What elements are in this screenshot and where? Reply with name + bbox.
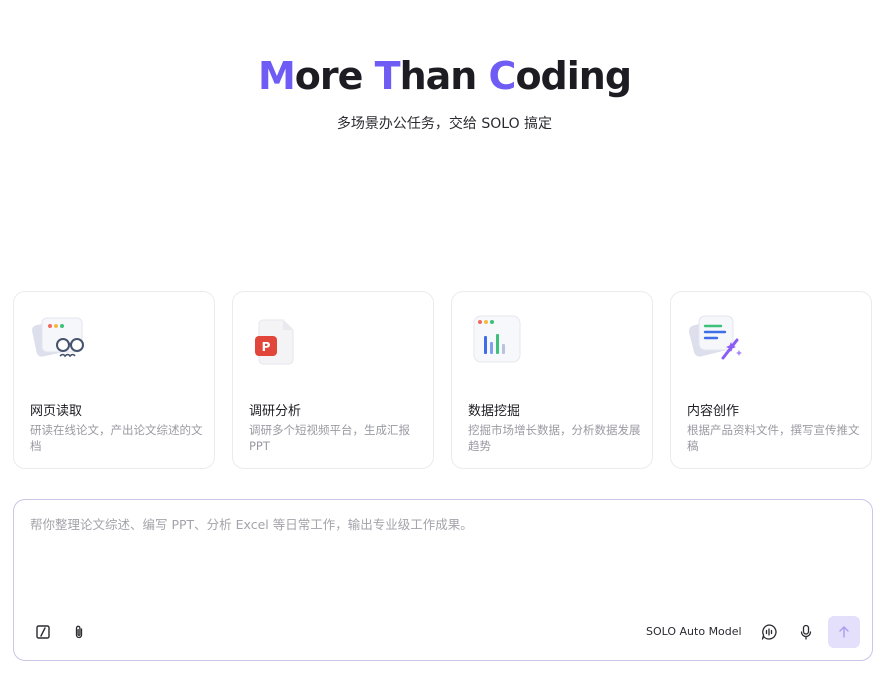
- send-button[interactable]: [828, 616, 860, 648]
- title-part: oding: [515, 54, 632, 98]
- page-title: More Than Coding: [0, 52, 889, 100]
- title-part: ore: [294, 54, 375, 98]
- task-card-data-mining[interactable]: 数据挖掘 挖掘市场增长数据，分析数据发展趋势: [451, 291, 653, 469]
- web-reading-glasses-icon: [30, 312, 90, 368]
- prompt-input[interactable]: [30, 514, 850, 604]
- task-card-description: 根据产品资料文件，撰写宣传推文稿: [687, 423, 860, 453]
- slash-command-icon[interactable]: [32, 621, 54, 643]
- task-cards: 网页读取 研读在线论文，产出论文综述的文档 P 调研分析 调研多个短视频平台，生…: [13, 291, 874, 471]
- task-card-title: 网页读取: [30, 404, 83, 419]
- send-arrow-up-icon: [839, 626, 849, 638]
- task-card-title: 内容创作: [687, 404, 740, 419]
- bar-chart-window-icon: [468, 312, 528, 368]
- microphone-icon[interactable]: [795, 621, 817, 643]
- task-card-description: 挖掘市场增长数据，分析数据发展趋势: [468, 423, 641, 453]
- title-part: M: [257, 54, 296, 98]
- voice-chat-icon[interactable]: [758, 621, 780, 643]
- task-card-title: 调研分析: [249, 404, 302, 419]
- ppt-document-icon: P: [249, 312, 309, 368]
- title-part: T: [374, 54, 401, 98]
- svg-text:P: P: [262, 340, 271, 354]
- task-card-description: 研读在线论文，产出论文综述的文档: [30, 423, 203, 453]
- task-card-description: 调研多个短视频平台，生成汇报 PPT: [249, 423, 410, 453]
- task-card-research[interactable]: P 调研分析 调研多个短视频平台，生成汇报 PPT: [232, 291, 434, 469]
- model-selector[interactable]: SOLO Auto Model: [646, 625, 742, 638]
- title-part: C: [488, 54, 517, 98]
- sparkle-document-icon: [687, 312, 747, 368]
- task-card-title: 数据挖掘: [468, 404, 521, 419]
- paperclip-icon[interactable]: [68, 621, 90, 643]
- page-subtitle: 多场景办公任务，交给 SOLO 搞定: [336, 116, 553, 132]
- prompt-composer: SOLO Auto Model: [13, 499, 873, 661]
- task-card-web-reading[interactable]: 网页读取 研读在线论文，产出论文综述的文档: [13, 291, 215, 469]
- task-card-content-creation[interactable]: 内容创作 根据产品资料文件，撰写宣传推文稿: [670, 291, 872, 469]
- page: More Than Coding 多场景办公任务，交给 SOLO 搞定 网页读取: [0, 0, 889, 673]
- title-part: han: [399, 54, 489, 98]
